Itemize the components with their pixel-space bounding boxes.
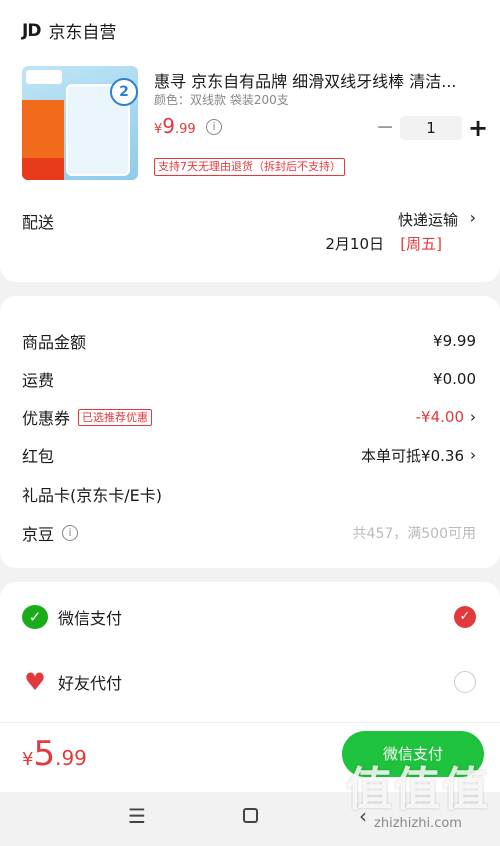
- store-name: 京东自营: [48, 23, 117, 43]
- home-icon[interactable]: [235, 804, 265, 828]
- watermark-url: zhizhizhi.com: [374, 816, 462, 831]
- goods-amount-row: 商品金额 ¥9.99: [22, 329, 476, 353]
- friend-pay-label-group: ♥ 好友代付: [22, 670, 122, 694]
- chevron-right-icon: ›: [470, 446, 476, 464]
- chevron-right-icon[interactable]: ›: [470, 208, 476, 227]
- product-thumbnail[interactable]: 2: [22, 66, 138, 180]
- gift-card-label: 礼品卡(京东卡/E卡): [22, 486, 162, 505]
- price-currency: ¥: [154, 122, 163, 137]
- delivery-method[interactable]: 快递运输: [398, 209, 458, 230]
- watermark-glyphs: 值值值: [346, 762, 490, 816]
- product-spec: 颜色：双线款 袋装200支: [154, 93, 289, 107]
- jingdou-value: 共457，满500可用: [352, 526, 476, 542]
- thumbnail-red-panel: [22, 158, 64, 180]
- order-item-card: JD 京东自营 2 惠寻 京东自有品牌 细滑双线牙线棒 清洁... 颜色：双线款…: [0, 0, 500, 282]
- red-packet-value-group: 本单可抵¥0.36 ›: [361, 445, 476, 466]
- product-price: ¥ 9 .99: [154, 114, 196, 138]
- delivery-date: 2月10日: [325, 235, 384, 253]
- watermark: 值值值 zhizhizhi.com: [346, 764, 490, 831]
- wechat-icon: ✓: [22, 605, 48, 629]
- increase-quantity-button[interactable]: +: [468, 116, 488, 140]
- price-integer: 9: [162, 114, 176, 138]
- return-policy-badge: 支持7天无理由退货（拆封后不支持）: [154, 158, 345, 176]
- coupon-label: 优惠券: [22, 409, 71, 428]
- store-header[interactable]: JD 京东自营: [22, 18, 117, 44]
- coupon-value-group: -¥4.00 ›: [416, 408, 476, 426]
- total-price: ¥ 5 .99: [22, 736, 87, 772]
- wechat-pay-radio-selected[interactable]: ✓: [454, 606, 476, 628]
- gift-card-row[interactable]: 礼品卡(京东卡/E卡): [22, 482, 476, 506]
- shipping-fee-value: ¥0.00: [433, 370, 476, 388]
- coupon-recommended-tag: 已选推荐优惠: [78, 408, 153, 426]
- coupon-label-group: 优惠券 已选推荐优惠: [22, 405, 153, 429]
- price-info-icon[interactable]: i: [206, 119, 222, 135]
- thumbnail-badge: 2: [110, 78, 138, 106]
- friend-pay-option[interactable]: ♥ 好友代付: [22, 668, 476, 696]
- wechat-pay-option[interactable]: ✓ 微信支付 ✓: [22, 603, 476, 631]
- red-packet-label: 红包: [22, 447, 55, 466]
- delivery-label: 配送: [22, 213, 55, 232]
- red-packet-value: 本单可抵¥0.36: [361, 446, 464, 465]
- jingdou-info-icon[interactable]: i: [62, 525, 79, 541]
- coupon-value: -¥4.00: [415, 408, 464, 426]
- quantity-stepper: − 1 +: [376, 116, 488, 140]
- jingdou-row: 京豆 i 共457，满500可用: [22, 521, 476, 545]
- total-decimal: .99: [55, 746, 87, 770]
- friend-pay-radio[interactable]: [454, 671, 476, 693]
- jingdou-label-group: 京豆 i: [22, 521, 79, 545]
- price-decimal: .99: [175, 122, 196, 137]
- shipping-fee-row: 运费 ¥0.00: [22, 367, 476, 391]
- wechat-pay-label: 微信支付: [58, 609, 123, 628]
- friend-pay-label: 好友代付: [58, 674, 123, 693]
- delivery-weekday: [周五]: [400, 235, 442, 253]
- menu-icon[interactable]: ☰: [122, 804, 152, 828]
- product-title[interactable]: 惠寻 京东自有品牌 细滑双线牙线棒 清洁...: [154, 68, 480, 92]
- brand-logo-chip: [26, 70, 62, 84]
- goods-amount-value: ¥9.99: [433, 332, 476, 350]
- total-currency: ¥: [22, 749, 34, 770]
- wechat-pay-label-group: ✓ 微信支付: [22, 605, 122, 629]
- red-packet-row[interactable]: 红包 本单可抵¥0.36 ›: [22, 443, 476, 467]
- jingdou-label: 京豆: [22, 525, 55, 544]
- shipping-fee-label: 运费: [22, 371, 55, 390]
- total-integer: 5: [33, 734, 56, 774]
- friend-pay-heart-icon: ♥: [24, 668, 46, 696]
- goods-amount-label: 商品金额: [22, 333, 87, 352]
- jd-logo: JD: [22, 20, 41, 41]
- decrease-quantity-button[interactable]: −: [376, 117, 394, 139]
- chevron-right-icon: ›: [470, 408, 476, 426]
- quantity-input[interactable]: 1: [400, 116, 462, 140]
- coupon-row[interactable]: 优惠券 已选推荐优惠 -¥4.00 ›: [22, 405, 476, 429]
